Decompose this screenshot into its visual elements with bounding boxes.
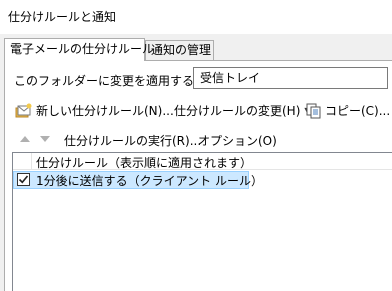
copy-button[interactable]: コピー(C)... [306, 101, 390, 121]
folder-select[interactable]: 受信トレイ [193, 67, 388, 89]
run-rules-button[interactable]: 仕分けルールの実行(R)... [64, 131, 201, 151]
move-down-button[interactable] [39, 133, 51, 147]
change-rule-button[interactable]: 仕分けルールの変更(H) ▼ [174, 101, 311, 121]
rule-label: 1分後に送信する（クライアント ルール） [36, 174, 263, 188]
tab-manage-alerts[interactable]: 通知の管理 [145, 40, 214, 60]
options-button[interactable]: オプション(O) [198, 131, 277, 151]
copy-label: コピー(C)... [325, 104, 391, 118]
window-title: 仕分けルールと通知 [8, 10, 117, 24]
copy-icon [306, 103, 321, 119]
new-rule-icon [15, 103, 32, 118]
checkmark-icon [18, 175, 29, 184]
move-up-button[interactable] [19, 133, 31, 147]
list-header-label[interactable]: 仕分けルール（表示順に適用されます） [36, 154, 252, 171]
arrow-up-icon [20, 136, 30, 142]
header-divider [31, 153, 32, 170]
arrow-down-icon [40, 136, 50, 142]
new-rule-button[interactable]: 新しい仕分けルール(N)... [15, 101, 174, 121]
rule-checkbox[interactable] [17, 173, 30, 186]
tab-email-rules[interactable]: 電子メールの仕分けルール [4, 38, 154, 61]
new-rule-label: 新しい仕分けルール(N)... [36, 104, 174, 118]
change-rule-label: 仕分けルールの変更(H) [174, 104, 301, 118]
folder-label: このフォルダーに変更を適用する(F): [14, 74, 215, 88]
